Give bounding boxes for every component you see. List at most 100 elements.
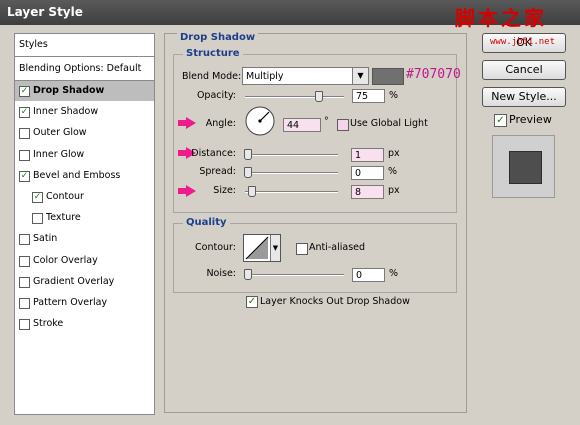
size-slider-thumb[interactable] xyxy=(248,186,256,197)
shadow-color-swatch[interactable] xyxy=(372,68,404,85)
watermark-url: www.jb51.net xyxy=(490,37,556,47)
divider xyxy=(15,56,154,57)
drop-shadow-title: Drop Shadow xyxy=(177,32,259,43)
style-item-pattern-overlay[interactable]: Pattern Overlay xyxy=(15,293,154,313)
chevron-down-icon: ▼ xyxy=(352,68,368,84)
style-item-label: Stroke xyxy=(33,318,64,330)
angle-unit: ° xyxy=(324,116,329,127)
contour-curve-icon xyxy=(245,236,269,260)
style-item-label: Satin xyxy=(33,233,58,245)
quality-title: Quality xyxy=(183,217,230,228)
preview-checkbox[interactable]: ✓ xyxy=(494,114,507,127)
quality-group xyxy=(173,223,457,293)
style-checkbox[interactable] xyxy=(19,276,30,288)
style-checkbox[interactable]: ✓ xyxy=(19,170,30,182)
title-bar: Layer Style 脚本之家 xyxy=(0,0,580,30)
size-unit: px xyxy=(388,185,400,196)
style-checkbox[interactable] xyxy=(19,149,30,161)
style-item-inner-shadow[interactable]: ✓ Inner Shadow xyxy=(15,102,154,122)
angle-label: Angle: xyxy=(205,118,236,129)
layer-knocks-out-label: Layer Knocks Out Drop Shadow xyxy=(260,296,410,307)
style-item-label: Color Overlay xyxy=(33,254,98,266)
style-item-label: Bevel and Emboss xyxy=(33,169,121,181)
blend-mode-select[interactable]: Multiply ▼ xyxy=(242,67,369,85)
anti-aliased-checkbox[interactable] xyxy=(296,243,308,255)
layer-knocks-out-checkbox[interactable]: ✓ xyxy=(246,296,258,308)
spread-label: Spread: xyxy=(199,166,236,177)
opacity-unit: % xyxy=(389,90,399,101)
style-item-stroke[interactable]: Stroke xyxy=(15,314,154,334)
distance-label: Distance: xyxy=(191,148,236,159)
styles-list: Styles Blending Options: Default ✓ Drop S… xyxy=(14,33,155,415)
style-item-satin[interactable]: Satin xyxy=(15,229,154,249)
style-checkbox[interactable]: ✓ xyxy=(32,192,43,203)
drop-shadow-panel: Drop Shadow Structure Blend Mode: Multip… xyxy=(164,32,467,413)
distance-input[interactable]: 1 xyxy=(351,148,384,162)
style-item-drop-shadow[interactable]: ✓ Drop Shadow xyxy=(15,81,154,101)
noise-label: Noise: xyxy=(206,268,236,279)
style-checkbox[interactable] xyxy=(19,234,30,246)
style-item-label: Inner Shadow xyxy=(33,106,99,118)
contour-label: Contour: xyxy=(195,242,236,253)
spread-input[interactable]: 0 xyxy=(351,166,384,180)
opacity-label: Opacity: xyxy=(196,90,236,101)
style-checkbox[interactable] xyxy=(19,319,30,331)
style-item-color-overlay[interactable]: Color Overlay xyxy=(15,251,154,271)
distance-slider[interactable] xyxy=(245,154,338,156)
style-preview xyxy=(492,135,555,198)
style-checkbox[interactable] xyxy=(32,213,43,225)
noise-input[interactable]: 0 xyxy=(352,268,385,282)
size-label: Size: xyxy=(213,185,236,196)
distance-slider-thumb[interactable] xyxy=(244,149,252,160)
angle-dial-icon xyxy=(245,106,275,136)
style-item-gradient-overlay[interactable]: Gradient Overlay xyxy=(15,272,154,292)
noise-slider[interactable] xyxy=(245,274,344,276)
noise-slider-thumb[interactable] xyxy=(244,269,252,280)
size-slider[interactable] xyxy=(245,191,338,193)
style-item-contour[interactable]: ✓ Contour xyxy=(15,187,154,207)
new-style-button[interactable]: New Style... xyxy=(482,87,566,107)
cancel-button[interactable]: Cancel xyxy=(482,60,566,80)
contour-picker[interactable]: ▼ xyxy=(243,234,281,262)
structure-title: Structure xyxy=(183,48,243,59)
preview-swatch xyxy=(509,151,542,184)
style-item-label: Contour xyxy=(46,191,84,202)
style-item-label: Inner Glow xyxy=(33,148,85,160)
noise-unit: % xyxy=(389,268,399,279)
style-item-label: Drop Shadow xyxy=(33,85,105,96)
opacity-slider-thumb[interactable] xyxy=(315,91,324,102)
style-checkbox[interactable] xyxy=(19,128,30,140)
chevron-down-icon: ▼ xyxy=(270,235,280,261)
style-item-texture[interactable]: Texture xyxy=(15,208,154,228)
color-hex-annotation: #707070 xyxy=(406,67,461,82)
anti-aliased-label: Anti-aliased xyxy=(309,242,366,253)
spread-unit: % xyxy=(388,166,398,177)
blend-mode-label: Blend Mode: xyxy=(182,71,242,82)
preview-label: Preview xyxy=(509,113,552,126)
style-item-label: Outer Glow xyxy=(33,127,87,139)
use-global-light-label: Use Global Light xyxy=(350,118,428,129)
style-item-outer-glow[interactable]: Outer Glow xyxy=(15,123,154,143)
styles-header[interactable]: Styles xyxy=(15,35,154,55)
spread-slider-thumb[interactable] xyxy=(244,167,252,178)
style-checkbox[interactable] xyxy=(19,255,30,267)
style-checkbox[interactable]: ✓ xyxy=(19,107,30,119)
window-title: Layer Style xyxy=(7,5,83,19)
watermark-logo: 脚本之家 xyxy=(455,6,547,30)
opacity-slider[interactable] xyxy=(245,96,344,98)
style-checkbox[interactable] xyxy=(19,298,30,309)
opacity-input[interactable]: 75 xyxy=(352,89,385,103)
style-item-inner-glow[interactable]: Inner Glow xyxy=(15,145,154,165)
blending-options-item[interactable]: Blending Options: Default xyxy=(15,59,154,79)
angle-dial[interactable] xyxy=(245,106,275,136)
style-item-label: Texture xyxy=(46,212,81,224)
style-item-label: Pattern Overlay xyxy=(33,297,108,308)
style-item-label: Gradient Overlay xyxy=(33,275,115,287)
style-item-bevel-and-emboss[interactable]: ✓ Bevel and Emboss xyxy=(15,166,154,186)
spread-slider[interactable] xyxy=(245,172,338,174)
style-checkbox[interactable]: ✓ xyxy=(19,86,30,97)
distance-unit: px xyxy=(388,148,400,159)
angle-input[interactable]: 44 xyxy=(283,118,321,132)
size-input[interactable]: 8 xyxy=(351,185,384,199)
use-global-light-checkbox[interactable] xyxy=(337,119,349,131)
